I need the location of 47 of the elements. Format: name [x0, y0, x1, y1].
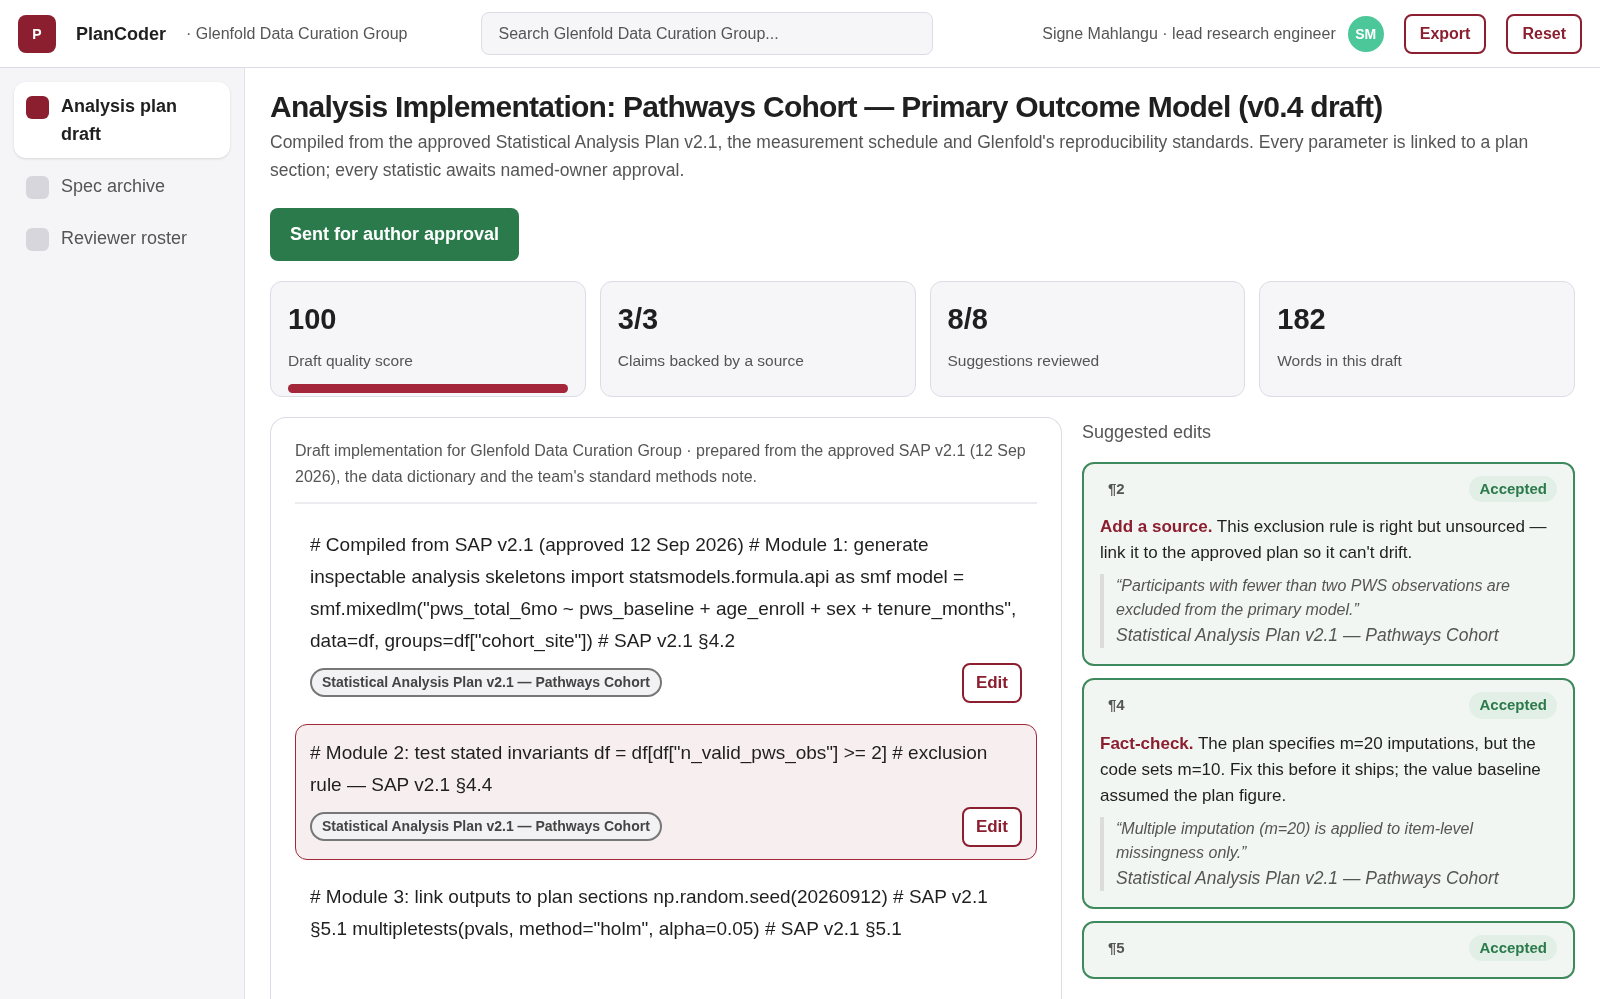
quote-source: Statistical Analysis Plan v2.1 — Pathways Cohort	[1116, 624, 1500, 647]
app-logo: P	[18, 14, 56, 53]
stat-label: Claims backed by a source	[617, 351, 805, 371]
suggestion-text: Fact-check. The plan specifies m=20 imputations, but the code sets m=10. Fix this before it ships; the value baseline assumed the plan figure.	[1100, 732, 1542, 807]
reset-button[interactable]: Reset	[1506, 13, 1582, 54]
paragraph-ref: ¶4	[1108, 695, 1125, 715]
suggestion-text: Add a source. This exclusion rule is right but unsourced — link it to the approved plan so it can't drift.	[1100, 516, 1548, 564]
status-button[interactable]: Sent for author approval	[270, 207, 520, 261]
code-text: # Compiled from SAP v2.1 (approved 12 Sep 2026) # Module 1: generate inspectable analysis skeletons import statsmodels.formula.api as smf model = smf.mixedlm("pws_total_6mo ~ pws_baseline + age_enroll + sex + tenure_months", data=df, groups=df["cohort_site"]) # SAP v2.1 §4.2	[310, 532, 1018, 654]
quote-text: “Multiple imputation (m=20) is applied to item-level missingness only.”	[1116, 818, 1475, 863]
code-block[interactable]: # Module 3: link outputs to plan sections np.random.seed(20260912) # SAP v2.1 §5.1 multipletests(pvals, method="holm", alpha=0.05) # SAP v2.1 §5.1	[295, 867, 1037, 958]
paragraph-ref: ¶5	[1108, 937, 1125, 958]
item-icon	[26, 228, 49, 251]
app-name: PlanCoder	[76, 22, 167, 46]
search-field[interactable]: Search Glenfold Data Curation Group...	[481, 12, 934, 55]
page-title: Analysis Implementation: Pathways Cohort — Primary Outcome Model (v0.4 draft)	[270, 89, 1384, 125]
sidebar-item[interactable]: Reviewer roster	[14, 214, 230, 262]
stat-value: 8/8	[947, 301, 989, 337]
suggestions-title: Suggested edits	[1082, 420, 1213, 444]
item-icon	[26, 96, 49, 119]
user-label: Signe Mahlangu · lead research engineer	[1042, 23, 1336, 44]
code-text: # Module 3: link outputs to plan sections np.random.seed(20260912) # SAP v2.1 §5.1 multipletests(pvals, method="holm", alpha=0.05) # SAP v2.1 §5.1	[310, 884, 989, 941]
source-tag[interactable]: Statistical Analysis Plan v2.1 — Pathways Cohort	[310, 812, 662, 841]
page-subtitle: Compiled from the approved Statistical Analysis Plan v2.1, the measurement schedule and Glenfold's reproducibility standards. Every parameter is linked to a plan section; every statistic awaits named-owner approval.	[270, 130, 1530, 182]
edit-button[interactable]: Edit	[961, 662, 1022, 703]
stat-value: 3/3	[617, 301, 660, 337]
code-block[interactable]: # Module 2: test stated invariants df = df[df["n_valid_pws_obs"] >= 2] # exclusion rule — SAP v2.1 §4.4 Statistical Analysis Plan v2.1 — Pathways Cohort Edit	[295, 723, 1037, 860]
quote-source: Statistical Analysis Plan v2.1 — Pathways Cohort	[1116, 866, 1500, 890]
status-badge: Accepted	[1469, 692, 1557, 719]
item-icon	[26, 176, 49, 199]
stat-label: Draft quality score	[288, 351, 414, 371]
stat-value: 182	[1277, 301, 1327, 337]
code-text: # Module 2: test stated invariants df = df[df["n_valid_pws_obs"] >= 2] # exclusion rule — SAP v2.1 §4.4	[310, 740, 989, 797]
status-badge: Accepted	[1469, 475, 1557, 502]
edit-button[interactable]: Edit	[961, 806, 1022, 847]
stat-label: Suggestions reviewed	[947, 351, 1101, 371]
stat-label: Words in this draft	[1277, 351, 1403, 371]
sidebar-item[interactable]: Spec archive	[14, 162, 230, 210]
quote-text: “Participants with fewer than two PWS observations are excluded from the primary model.”	[1116, 576, 1511, 620]
sidebar-item[interactable]: Analysis plan draft	[14, 82, 230, 158]
status-badge: Accepted	[1469, 934, 1557, 961]
export-button[interactable]: Export	[1403, 13, 1487, 54]
workspace-name: · Glenfold Data Curation Group	[186, 23, 408, 44]
paragraph-ref: ¶2	[1108, 478, 1125, 499]
source-tag[interactable]: Statistical Analysis Plan v2.1 — Pathways Cohort	[310, 668, 662, 697]
draft-intro: Draft implementation for Glenfold Data Curation Group · prepared from the approved SAP v2.1 (12 Sep 2026), the data dictionary and the team's standard methods note.	[295, 437, 1037, 504]
stat-value: 100	[288, 301, 338, 337]
